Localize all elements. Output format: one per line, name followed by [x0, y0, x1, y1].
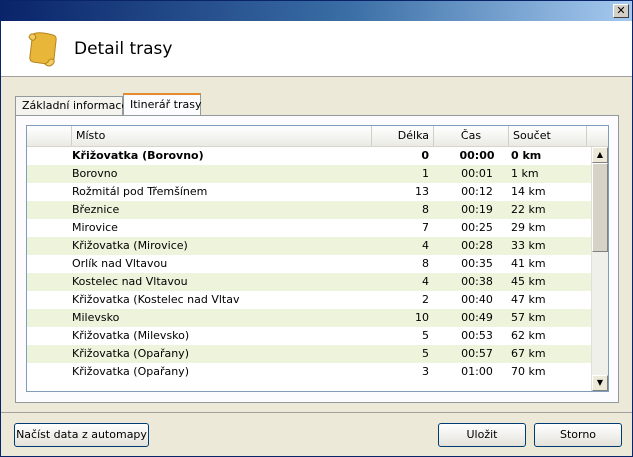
scroll-icon: [28, 32, 57, 67]
row-length: 5: [422, 329, 429, 342]
itinerary-list[interactable]: Místo Délka Čas Součet Křižovatka (Borov…: [26, 125, 609, 392]
row-sum: 70 km: [511, 365, 546, 378]
row-sum: 45 km: [511, 275, 546, 288]
row-length: 8: [422, 203, 429, 216]
row-time: 00:19: [461, 203, 493, 216]
row-time: 00:38: [461, 275, 493, 288]
row-place: Kostelec nad Vltavou: [72, 275, 188, 288]
footer-divider: [1, 412, 632, 413]
row-sum: 57 km: [511, 311, 546, 324]
row-time: 01:00: [461, 365, 493, 378]
list-row[interactable]: Křižovatka (Milevsko) 5 00:53 62 km: [27, 327, 593, 345]
column-header-sum[interactable]: Součet: [509, 126, 587, 146]
title-bar[interactable]: ✕: [1, 1, 632, 21]
row-place: Křižovatka (Milevsko): [72, 329, 190, 342]
row-place: Křižovatka (Mirovice): [72, 239, 188, 252]
list-row[interactable]: Borovno 1 00:01 1 km: [27, 165, 593, 183]
row-place: Březnice: [72, 203, 120, 216]
row-place: Křižovatka (Opařany): [72, 365, 189, 378]
dialog-header: Detail trasy: [1, 21, 632, 77]
row-length: 4: [422, 275, 429, 288]
row-time: 00:12: [461, 185, 493, 198]
row-place: Křižovatka (Opařany): [72, 347, 189, 360]
list-row[interactable]: Mirovice 7 00:25 29 km: [27, 219, 593, 237]
row-length: 3: [422, 365, 429, 378]
row-sum: 0 km: [511, 149, 542, 162]
row-length: 10: [415, 311, 429, 324]
list-row[interactable]: Křižovatka (Kostelec nad Vltav 2 00:40 4…: [27, 291, 593, 309]
row-sum: 67 km: [511, 347, 546, 360]
list-row[interactable]: Orlík nad Vltavou 8 00:35 41 km: [27, 255, 593, 273]
row-place: Orlík nad Vltavou: [72, 257, 168, 270]
row-time: 00:40: [461, 293, 493, 306]
scrollbar-thumb[interactable]: [592, 163, 608, 252]
row-place: Křižovatka (Borovno): [72, 149, 204, 162]
row-time: 00:57: [461, 347, 493, 360]
row-sum: 29 km: [511, 221, 546, 234]
column-header-place[interactable]: Místo: [72, 126, 372, 146]
itinerary-panel: Místo Délka Čas Součet Křižovatka (Borov…: [15, 115, 619, 403]
row-length: 1: [422, 167, 429, 180]
column-header-time[interactable]: Čas: [434, 126, 509, 146]
row-place: Křižovatka (Kostelec nad Vltav: [72, 293, 240, 306]
row-time: 00:28: [461, 239, 493, 252]
save-button[interactable]: Uložit: [438, 423, 526, 447]
tab-itinerary[interactable]: Itinerář trasy: [123, 93, 201, 115]
tab-basic-info[interactable]: Základní informace: [15, 96, 128, 116]
row-length: 7: [422, 221, 429, 234]
row-length: 8: [422, 257, 429, 270]
row-time: 00:49: [461, 311, 493, 324]
list-row[interactable]: Křižovatka (Borovno) 0 00:00 0 km: [27, 147, 593, 165]
row-time: 00:53: [461, 329, 493, 342]
row-sum: 41 km: [511, 257, 546, 270]
row-sum: 14 km: [511, 185, 546, 198]
list-header: Místo Délka Čas Součet: [27, 126, 608, 147]
load-from-automap-button[interactable]: Načíst data z automapy: [14, 423, 149, 447]
dialog-title: Detail trasy: [74, 39, 173, 59]
list-row[interactable]: Křižovatka (Opařany) 3 01:00 70 km: [27, 363, 593, 381]
row-place: Borovno: [72, 167, 118, 180]
scroll-down-button[interactable]: ▼: [592, 375, 608, 391]
row-sum: 22 km: [511, 203, 546, 216]
cancel-button[interactable]: Storno: [534, 423, 622, 447]
row-time: 00:35: [461, 257, 493, 270]
row-time: 00:00: [459, 149, 495, 162]
row-time: 00:01: [461, 167, 493, 180]
close-button[interactable]: ✕: [613, 4, 629, 18]
row-length: 5: [422, 347, 429, 360]
list-row[interactable]: Křižovatka (Mirovice) 4 00:28 33 km: [27, 237, 593, 255]
row-place: Milevsko: [72, 311, 120, 324]
row-sum: 47 km: [511, 293, 546, 306]
route-detail-window: ✕ Detail trasy Základní informace Itiner…: [0, 0, 633, 457]
row-sum: 1 km: [511, 167, 539, 180]
column-header-length[interactable]: Délka: [372, 126, 434, 146]
row-length: 2: [422, 293, 429, 306]
row-length: 0: [421, 149, 429, 162]
scroll-up-button[interactable]: ▲: [592, 147, 608, 163]
row-length: 4: [422, 239, 429, 252]
list-row[interactable]: Březnice 8 00:19 22 km: [27, 201, 593, 219]
row-sum: 62 km: [511, 329, 546, 342]
list-row[interactable]: Rožmitál pod Třemšínem 13 00:12 14 km: [27, 183, 593, 201]
vertical-scrollbar[interactable]: ▲ ▼: [591, 147, 608, 391]
row-place: Rožmitál pod Třemšínem: [72, 185, 208, 198]
row-sum: 33 km: [511, 239, 546, 252]
column-header-marker[interactable]: [27, 126, 72, 146]
list-row[interactable]: Milevsko 10 00:49 57 km: [27, 309, 593, 327]
list-rows: Křižovatka (Borovno) 0 00:00 0 km Borovn…: [27, 147, 593, 381]
row-time: 00:25: [461, 221, 493, 234]
list-row[interactable]: Křižovatka (Opařany) 5 00:57 67 km: [27, 345, 593, 363]
list-row[interactable]: Kostelec nad Vltavou 4 00:38 45 km: [27, 273, 593, 291]
row-length: 13: [415, 185, 429, 198]
row-place: Mirovice: [72, 221, 118, 234]
